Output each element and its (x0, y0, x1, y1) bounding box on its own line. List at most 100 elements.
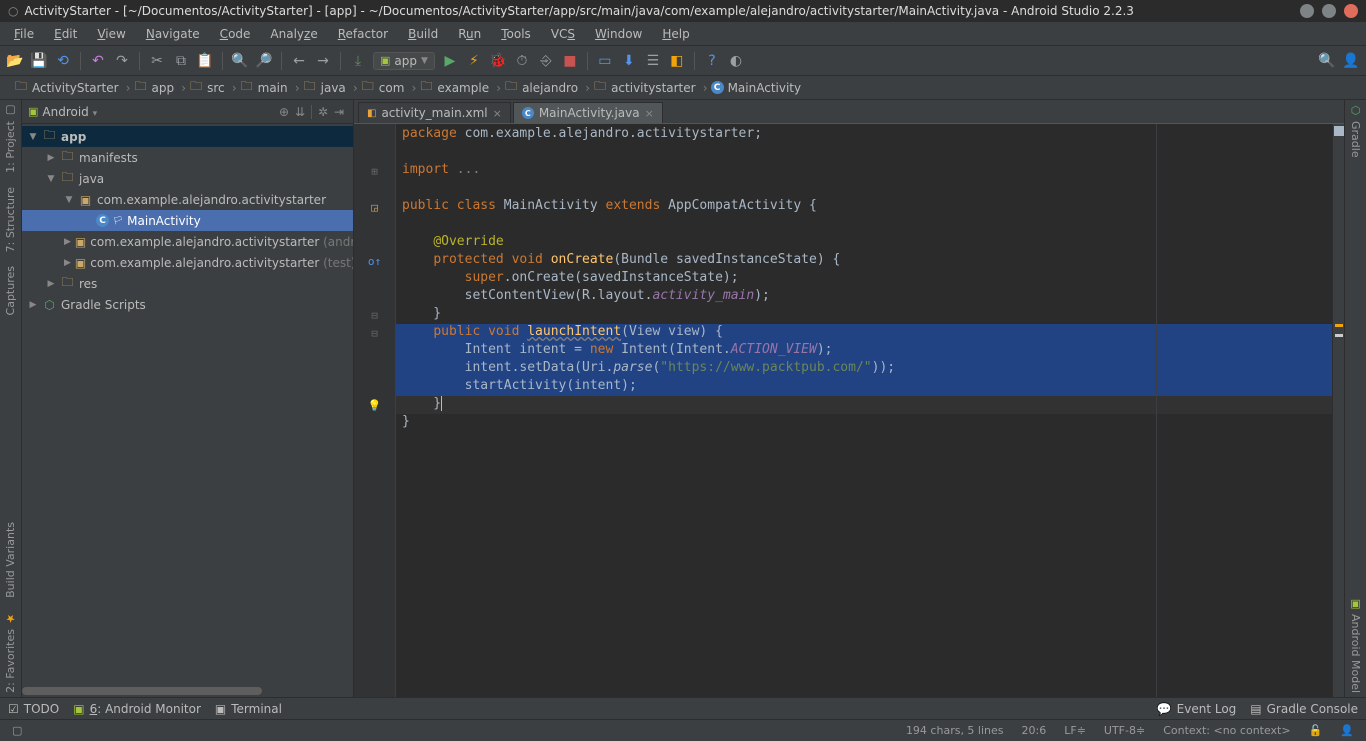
tool-captures[interactable]: Captures (4, 266, 17, 315)
undo-icon[interactable]: ↶ (89, 52, 107, 70)
user-icon[interactable]: 👤 (1342, 52, 1360, 70)
breadcrumb-item[interactable]: CMainActivity (705, 80, 811, 96)
expand-arrow-icon[interactable]: ▼ (28, 132, 38, 142)
forward-icon[interactable]: → (314, 52, 332, 70)
profile-icon[interactable]: ⏱ (513, 52, 531, 70)
paste-icon[interactable]: 📋 (196, 52, 214, 70)
project-view-dropdown[interactable]: Android ▾ (42, 105, 276, 119)
redo-icon[interactable]: ↷ (113, 52, 131, 70)
debug-icon[interactable]: 🐞 (489, 52, 507, 70)
help-icon[interactable]: ? (703, 52, 721, 70)
theme-icon[interactable]: ◐ (727, 52, 745, 70)
menu-help[interactable]: Help (654, 25, 697, 43)
lock-icon[interactable]: 🔓 (1305, 724, 1327, 737)
tree-node-manifests[interactable]: ▶ 🗀 manifests (22, 147, 353, 168)
menu-navigate[interactable]: Navigate (138, 25, 208, 43)
apply-changes-icon[interactable]: ⚡ (465, 52, 483, 70)
expand-arrow-icon[interactable]: ▶ (64, 258, 71, 268)
code-content[interactable]: package com.example.alejandro.activityst… (396, 124, 1332, 697)
tree-node-gradle-scripts[interactable]: ▶ ⬡ Gradle Scripts (22, 294, 353, 315)
tool-android-monitor[interactable]: ▣6: Android Monitor (73, 702, 201, 716)
menu-window[interactable]: Window (587, 25, 650, 43)
tool-terminal[interactable]: ▣Terminal (215, 702, 282, 716)
editor-tab-activity-main[interactable]: ◧ activity_main.xml × (358, 102, 511, 123)
app-menu-icon[interactable]: ○ (8, 4, 18, 18)
collapse-all-icon[interactable]: ⇊ (292, 105, 308, 119)
search-everywhere-icon[interactable]: 🔍 (1318, 52, 1336, 70)
override-gutter-icon[interactable]: o↑ (354, 252, 395, 270)
breadcrumb-item[interactable]: 🗀example (413, 80, 498, 96)
minimize-button[interactable] (1300, 4, 1314, 18)
tool-gradle-console[interactable]: ▤Gradle Console (1250, 702, 1358, 716)
breadcrumb-item[interactable]: 🗀src (183, 80, 234, 96)
tree-node-app[interactable]: ▼ 🗀 app (22, 126, 353, 147)
replace-icon[interactable]: 🔎 (255, 52, 273, 70)
expand-arrow-icon[interactable]: ▶ (46, 153, 56, 163)
settings-icon[interactable]: ✲ (315, 105, 331, 119)
breadcrumb-item[interactable]: 🗀app (128, 80, 184, 96)
tool-favorites[interactable]: 2: Favorites★ (4, 612, 17, 693)
attach-icon[interactable]: ⎆ (537, 52, 555, 70)
tree-node-mainactivity[interactable]: C 🏳 MainActivity (22, 210, 353, 231)
close-button[interactable] (1344, 4, 1358, 18)
sdk-icon[interactable]: ⬇ (620, 52, 638, 70)
fold-icon[interactable]: ⊟ (354, 324, 395, 342)
tree-node-res[interactable]: ▶ 🗀 res (22, 273, 353, 294)
fold-icon[interactable]: ⊞ (354, 162, 395, 180)
cut-icon[interactable]: ✂ (148, 52, 166, 70)
expand-arrow-icon[interactable]: ▼ (64, 195, 74, 205)
menu-analyze[interactable]: Analyze (262, 25, 325, 43)
tool-project[interactable]: 1: Project▢ (4, 104, 17, 173)
menu-refactor[interactable]: Refactor (330, 25, 396, 43)
menu-view[interactable]: View (89, 25, 133, 43)
menu-edit[interactable]: Edit (46, 25, 85, 43)
override-gutter-icon[interactable]: ◲ (354, 198, 395, 216)
make-icon[interactable]: ⤓ (349, 52, 367, 70)
run-icon[interactable]: ▶ (441, 52, 459, 70)
menu-tools[interactable]: Tools (493, 25, 539, 43)
menu-run[interactable]: Run (450, 25, 489, 43)
breadcrumb-item[interactable]: 🗀ActivityStarter (8, 80, 128, 96)
tool-event-log[interactable]: 💬Event Log (1157, 702, 1237, 716)
sync-icon[interactable]: ⟲ (54, 52, 72, 70)
project-structure-icon[interactable]: ☰ (644, 52, 662, 70)
expand-arrow-icon[interactable]: ▼ (46, 174, 56, 184)
tool-android-model[interactable]: ▣Android Model (1349, 597, 1362, 693)
breadcrumb-item[interactable]: 🗀com (355, 80, 414, 96)
status-caret-position[interactable]: 20:6 (1018, 724, 1051, 737)
open-icon[interactable]: 📂 (6, 52, 24, 70)
status-context[interactable]: Context: <no context> (1159, 724, 1294, 737)
intention-bulb-icon[interactable]: 💡 (368, 399, 382, 412)
close-tab-icon[interactable]: × (493, 107, 502, 120)
inspection-status-icon[interactable] (1334, 126, 1344, 136)
info-mark[interactable] (1335, 334, 1343, 337)
find-icon[interactable]: 🔍 (231, 52, 249, 70)
close-tab-icon[interactable]: × (645, 107, 654, 120)
status-icon[interactable]: ▢ (8, 724, 26, 737)
tree-node-package-androidtest[interactable]: ▶ ▣ com.example.alejandro.activitystarte… (22, 231, 353, 252)
back-icon[interactable]: ← (290, 52, 308, 70)
run-config-dropdown[interactable]: ▣ app ▼ (373, 52, 435, 70)
fold-icon[interactable]: ⊟ (354, 306, 395, 324)
breadcrumb-item[interactable]: 🗀java (297, 80, 355, 96)
hector-icon[interactable]: 👤 (1336, 724, 1358, 737)
menu-vcs[interactable]: VCS (543, 25, 583, 43)
breadcrumb-item[interactable]: 🗀main (234, 80, 297, 96)
code-editor[interactable]: ⊞ ◲ o↑ ⊟ ⊟ 💡 package com.example.alejand… (354, 124, 1344, 697)
tool-build-variants[interactable]: Build Variants (4, 522, 17, 598)
tool-structure[interactable]: 7: Structure (4, 187, 17, 252)
tree-node-java[interactable]: ▼ 🗀 java (22, 168, 353, 189)
expand-arrow-icon[interactable]: ▶ (28, 300, 38, 310)
tree-node-package-test[interactable]: ▶ ▣ com.example.alejandro.activitystarte… (22, 252, 353, 273)
editor-tab-mainactivity[interactable]: C MainActivity.java × (513, 102, 663, 123)
menu-code[interactable]: Code (212, 25, 259, 43)
tool-todo[interactable]: ☑TODO (8, 702, 59, 716)
stop-icon[interactable]: ■ (561, 52, 579, 70)
save-icon[interactable]: 💾 (30, 52, 48, 70)
hide-icon[interactable]: ⇥ (331, 105, 347, 119)
expand-arrow-icon[interactable]: ▶ (64, 237, 71, 247)
warning-mark[interactable] (1335, 324, 1343, 327)
menu-file[interactable]: File (6, 25, 42, 43)
avd-icon[interactable]: ▭ (596, 52, 614, 70)
layout-inspector-icon[interactable]: ◧ (668, 52, 686, 70)
